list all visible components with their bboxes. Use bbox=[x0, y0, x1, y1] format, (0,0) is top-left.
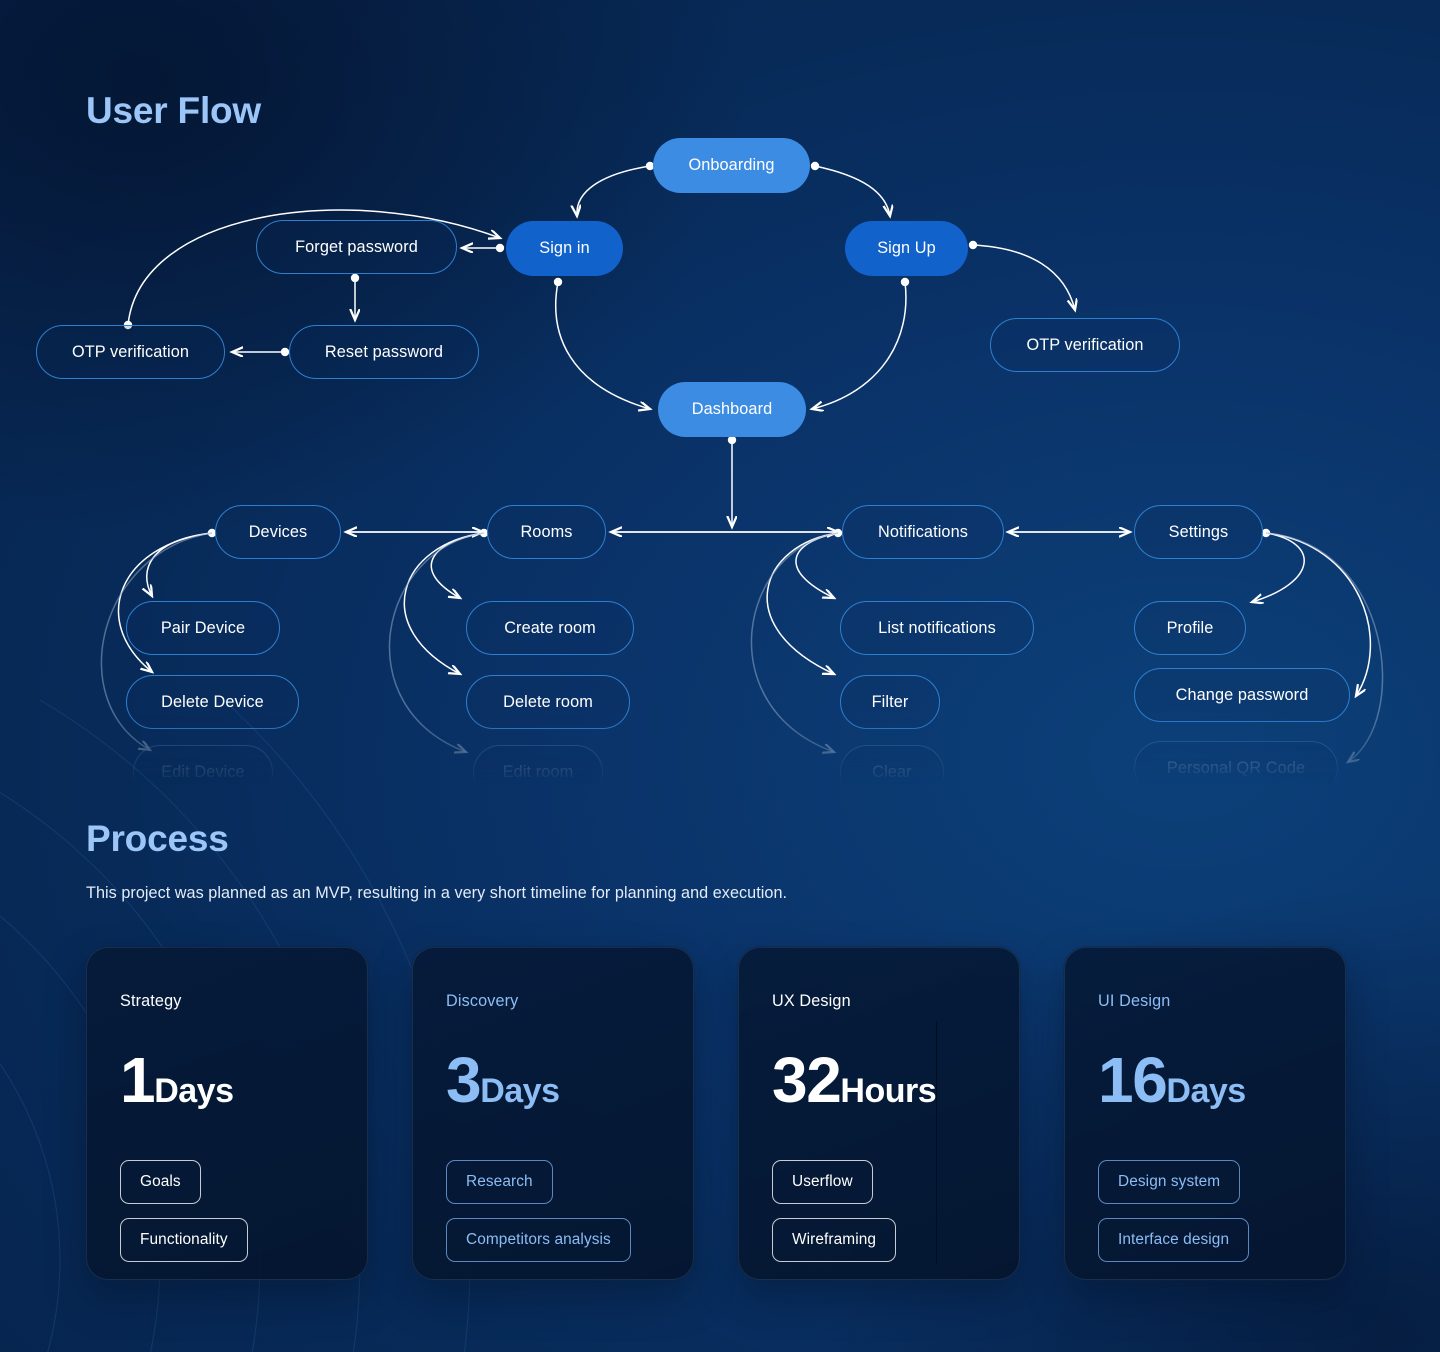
process-card-metric: 1 Days bbox=[120, 1048, 334, 1112]
flow-node-label: Sign in bbox=[539, 239, 590, 257]
flow-node-sign-in[interactable]: Sign in bbox=[506, 221, 623, 276]
flow-node-label: Onboarding bbox=[688, 156, 775, 174]
flow-node-filter[interactable]: Filter bbox=[840, 675, 940, 729]
process-card-metric: 3 Days bbox=[446, 1048, 660, 1112]
flow-node-forget-password[interactable]: Forget password bbox=[256, 220, 457, 274]
flow-node-label: Reset password bbox=[324, 342, 444, 361]
process-card-tag[interactable]: Design system bbox=[1098, 1160, 1241, 1204]
process-card-tag[interactable]: Userflow bbox=[772, 1160, 873, 1204]
flow-node-rooms[interactable]: Rooms bbox=[487, 505, 606, 559]
page-title-process: Process bbox=[86, 818, 229, 859]
process-card-tags: Research Competitors analysis bbox=[446, 1160, 660, 1262]
process-card-number: 3 bbox=[446, 1044, 482, 1116]
flow-node-edit-device[interactable]: Edit Device bbox=[133, 745, 273, 785]
flow-node-label: Filter bbox=[871, 692, 909, 711]
flow-node-list-notifications[interactable]: List notifications bbox=[840, 601, 1034, 655]
flow-node-label: Profile bbox=[1166, 618, 1214, 637]
flow-node-label: OTP verification bbox=[71, 342, 190, 361]
process-card-unit: Days bbox=[480, 1072, 560, 1110]
process-card-unit: Hours bbox=[840, 1072, 937, 1110]
flow-node-pair-device[interactable]: Pair Device bbox=[126, 601, 280, 655]
process-card: UX Design 32 Hours Userflow Wireframing bbox=[738, 947, 1020, 1280]
flow-node-delete-device[interactable]: Delete Device bbox=[126, 675, 299, 729]
flow-node-label: List notifications bbox=[878, 618, 996, 637]
flow-node-label: Settings bbox=[1168, 522, 1229, 541]
process-description: This project was planned as an MVP, resu… bbox=[86, 884, 788, 902]
process-card-tags: Design system Interface design bbox=[1098, 1160, 1312, 1262]
flow-node-label: Edit room bbox=[502, 762, 574, 781]
process-card-tag[interactable]: Interface design bbox=[1098, 1218, 1250, 1262]
process-card-label: UI Design bbox=[1098, 992, 1171, 1010]
flow-node-otp-right[interactable]: OTP verification bbox=[990, 318, 1180, 372]
flow-node-change-password[interactable]: Change password bbox=[1134, 668, 1350, 722]
flow-node-label: Forget password bbox=[295, 237, 418, 256]
card-divider bbox=[936, 1021, 937, 1264]
flow-node-otp-left[interactable]: OTP verification bbox=[36, 325, 225, 379]
process-card-unit: Days bbox=[1166, 1072, 1246, 1110]
process-card-number: 32 bbox=[772, 1044, 842, 1116]
flow-node-dashboard[interactable]: Dashboard bbox=[658, 382, 806, 437]
flow-node-create-room[interactable]: Create room bbox=[466, 601, 634, 655]
flow-node-label: Edit Device bbox=[161, 762, 245, 781]
user-flow-diagram: Onboarding Sign in Sign Up Forget password O… bbox=[0, 120, 1440, 785]
flow-node-profile[interactable]: Profile bbox=[1134, 601, 1246, 655]
process-card-tags: Goals Functionality bbox=[120, 1160, 334, 1262]
flow-node-clear[interactable]: Clear bbox=[840, 745, 944, 785]
flow-node-devices[interactable]: Devices bbox=[215, 505, 341, 559]
flow-node-label: Change password bbox=[1175, 685, 1309, 704]
process-card-tags: Userflow Wireframing bbox=[772, 1160, 986, 1262]
process-card-unit: Days bbox=[154, 1072, 234, 1110]
process-card-metric: 16 Days bbox=[1098, 1048, 1312, 1112]
process-card-number: 1 bbox=[120, 1044, 156, 1116]
flow-node-onboarding[interactable]: Onboarding bbox=[653, 138, 810, 193]
process-card-tag[interactable]: Competitors analysis bbox=[446, 1218, 631, 1262]
flow-node-label: Notifications bbox=[878, 522, 968, 541]
flow-node-label: Delete Device bbox=[161, 692, 264, 711]
flow-node-settings[interactable]: Settings bbox=[1134, 505, 1263, 559]
flow-node-edit-room[interactable]: Edit room bbox=[473, 745, 603, 785]
flow-node-label: Clear bbox=[872, 762, 912, 781]
process-card-tag[interactable]: Research bbox=[446, 1160, 553, 1204]
process-card-tag[interactable]: Functionality bbox=[120, 1218, 248, 1262]
flow-node-label: Devices bbox=[248, 522, 308, 541]
flow-node-label: Pair Device bbox=[160, 618, 246, 637]
process-card-number: 16 bbox=[1098, 1044, 1168, 1116]
flow-node-personal-qr-code[interactable]: Personal QR Code bbox=[1134, 741, 1338, 785]
flow-node-sign-up[interactable]: Sign Up bbox=[845, 221, 968, 276]
process-card: Discovery 3 Days Research Competitors analys… bbox=[412, 947, 694, 1280]
process-card: UI Design 16 Days Design system Interface de… bbox=[1064, 947, 1346, 1280]
flow-node-label: Personal QR Code bbox=[1166, 758, 1306, 777]
flow-node-label: OTP verification bbox=[1026, 335, 1144, 354]
flow-node-label: Sign Up bbox=[877, 239, 936, 257]
flow-node-reset-password[interactable]: Reset password bbox=[289, 325, 479, 379]
process-card-label: Discovery bbox=[446, 992, 519, 1010]
process-card-label: UX Design bbox=[772, 992, 851, 1010]
flow-node-label: Delete room bbox=[503, 692, 593, 711]
flow-node-label: Rooms bbox=[520, 522, 573, 541]
process-card-metric: 32 Hours bbox=[772, 1048, 986, 1112]
flow-node-delete-room[interactable]: Delete room bbox=[466, 675, 630, 729]
process-card-tag[interactable]: Wireframing bbox=[772, 1218, 897, 1262]
flow-node-label: Dashboard bbox=[691, 400, 773, 418]
flow-node-label: Create room bbox=[504, 618, 596, 637]
flow-node-notifications[interactable]: Notifications bbox=[842, 505, 1004, 559]
process-cards: Strategy 1 Days Goals Functionality Discovery… bbox=[86, 947, 1354, 1280]
process-card: Strategy 1 Days Goals Functionality bbox=[86, 947, 368, 1280]
process-card-tag[interactable]: Goals bbox=[120, 1160, 201, 1204]
process-card-label: Strategy bbox=[120, 992, 182, 1010]
